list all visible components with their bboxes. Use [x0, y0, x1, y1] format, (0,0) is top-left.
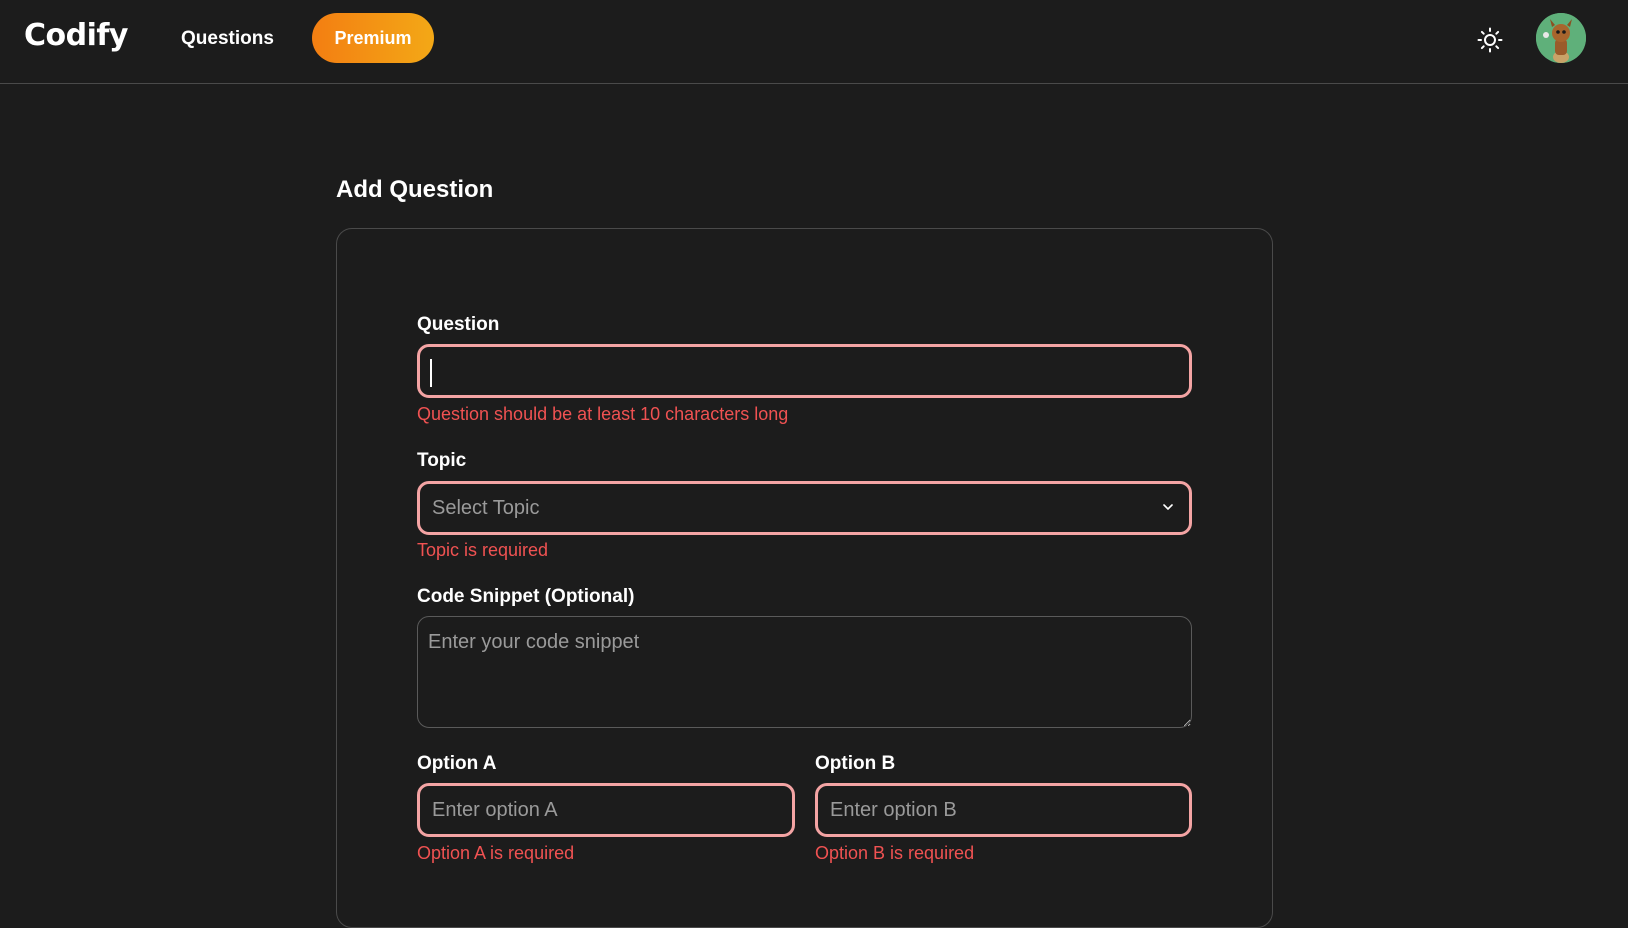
question-input[interactable]	[417, 344, 1192, 398]
topic-error: Topic is required	[417, 540, 549, 560]
option-b-error: Option B is required	[815, 843, 975, 863]
theme-toggle-button[interactable]	[1474, 24, 1506, 56]
page-title: Add Question	[336, 176, 494, 203]
text-caret	[430, 359, 432, 387]
question-label: Question	[417, 314, 500, 335]
topic-label: Topic	[417, 450, 467, 471]
topic-select[interactable]: Select Topic	[417, 481, 1192, 535]
option-a-label: Option A	[417, 753, 497, 774]
premium-button[interactable]: Premium	[312, 13, 434, 63]
user-avatar[interactable]	[1536, 13, 1586, 63]
top-navbar: Codify Questions Premium	[0, 0, 1628, 84]
option-b-label: Option B	[815, 753, 896, 774]
option-a-error: Option A is required	[417, 843, 575, 863]
brand-logo[interactable]: Codify	[24, 18, 129, 53]
code-snippet-label: Code Snippet (Optional)	[417, 586, 635, 607]
option-a-input[interactable]	[417, 783, 795, 837]
sun-icon	[1477, 27, 1503, 53]
topic-select-value: Select Topic	[432, 496, 540, 519]
avatar-image	[1536, 13, 1586, 63]
question-error: Question should be at least 10 character…	[417, 404, 789, 424]
option-b-input[interactable]	[815, 783, 1192, 837]
code-snippet-textarea[interactable]	[417, 616, 1192, 728]
nav-link-questions[interactable]: Questions	[181, 28, 274, 50]
chevron-down-icon	[1163, 504, 1173, 510]
